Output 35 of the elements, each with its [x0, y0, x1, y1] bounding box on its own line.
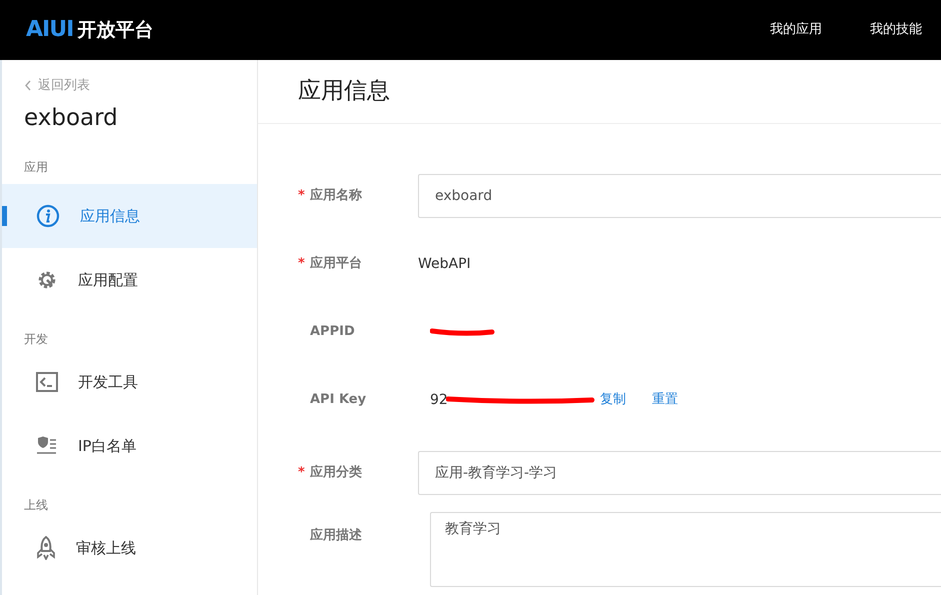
info-icon [36, 204, 60, 228]
textarea-field[interactable]: 教育学习 [430, 512, 941, 587]
action-link[interactable]: 复制 [600, 390, 626, 410]
action-link[interactable]: 重置 [652, 390, 678, 410]
sidebar-item[interactable]: 应用配置 [2, 248, 257, 312]
field-label: API Key [310, 391, 366, 410]
chevron-left-icon [24, 80, 32, 92]
logo-mark: AIUI [26, 19, 74, 41]
page-title: 应用信息 [298, 77, 390, 106]
shield-list-icon [36, 436, 58, 456]
sidebar-item[interactable]: 开发工具 [2, 350, 257, 414]
logo-text: 开放平台 [77, 20, 154, 40]
text-input[interactable]: 应用-教育学习-学习 [418, 451, 941, 495]
section-label: 上线 [24, 497, 48, 514]
field-label: 应用平台 [310, 254, 362, 274]
section-label: 开发 [24, 331, 48, 348]
terminal-icon [36, 372, 58, 392]
sidebar-item[interactable]: IP白名单 [2, 414, 257, 478]
required-mark: * [298, 255, 305, 274]
field-label: 应用名称 [310, 186, 362, 206]
field-value: 92 [430, 390, 448, 410]
nav-link[interactable]: 我的技能 [870, 20, 922, 40]
section-label: 应用 [24, 159, 48, 176]
field-value: WebAPI [418, 254, 471, 274]
required-mark: * [298, 187, 305, 206]
rocket-icon [36, 536, 56, 560]
required-mark: * [298, 464, 305, 482]
field-label: 应用分类 [310, 464, 362, 482]
field-label: 应用描述 [310, 526, 362, 545]
sidebar-item[interactable]: 应用信息 [2, 184, 257, 248]
sidebar-item[interactable]: 审核上线 [2, 516, 257, 580]
app-name: exboard [24, 104, 119, 134]
nav-link[interactable]: 我的应用 [770, 20, 822, 40]
text-input[interactable]: exboard [418, 174, 941, 218]
field-label: APPID [310, 323, 355, 342]
